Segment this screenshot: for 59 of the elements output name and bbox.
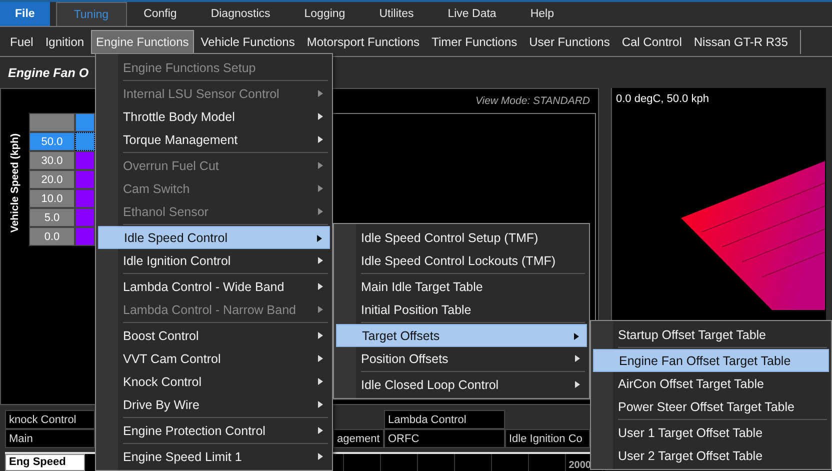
menu-item[interactable]: Engine Speed Limit 1 (98, 445, 330, 468)
menu-item[interactable]: Idle Speed Control (98, 226, 330, 249)
column-header-cell[interactable] (75, 113, 95, 132)
table-cell[interactable] (75, 132, 95, 151)
menu-item[interactable]: Internal LSU Sensor Control (98, 82, 330, 105)
menu-tab[interactable]: Utilites (362, 2, 431, 26)
ribbon-menu-item[interactable]: Motorsport Functions (302, 30, 425, 54)
menu-tab[interactable]: Config (126, 2, 194, 26)
menu-item[interactable]: Cam Switch (98, 177, 330, 200)
table-cell[interactable] (75, 170, 95, 189)
view-tab[interactable]: ORFC (384, 429, 505, 448)
view-title: Engine Fan O (8, 66, 89, 80)
view-tab[interactable]: agement (333, 429, 384, 448)
ribbon-menu-item[interactable]: Timer Functions (426, 30, 522, 54)
trace-label: Eng Speed (5, 454, 85, 471)
view-tab[interactable]: Main (5, 429, 95, 448)
table-cell[interactable] (75, 208, 95, 227)
menu-tab[interactable]: Live Data (430, 2, 514, 26)
axis-tick-label: 2000 (568, 460, 592, 471)
table-cell[interactable] (75, 227, 95, 246)
ribbon-menu-item[interactable]: Ignition (40, 30, 90, 54)
menu-item[interactable]: AirCon Offset Target Table (593, 372, 829, 395)
menu-item[interactable]: Lambda Control - Wide Band (98, 275, 330, 298)
menu-item[interactable]: Engine Fan Offset Target Table (593, 349, 829, 372)
menu-item[interactable]: VVT Cam Control (98, 347, 330, 370)
ribbon-menu-item[interactable]: Vehicle Functions (196, 30, 300, 54)
menu-item[interactable]: Target Offsets (336, 324, 587, 347)
table-cell[interactable] (75, 189, 95, 208)
cursor-readout: 0.0 degC, 50.0 kph (615, 92, 710, 107)
row-header-cell[interactable]: 30.0 (29, 151, 75, 170)
view-tab[interactable]: knock Control (5, 410, 95, 429)
file-menu-button[interactable]: File (0, 2, 50, 26)
row-header-cell[interactable]: 0.0 (29, 227, 75, 246)
row-header-cell[interactable]: 20.0 (29, 170, 75, 189)
ribbon-menu-item[interactable]: Cal Control (616, 30, 687, 54)
axis-label: Vehicle Speed (kph) (9, 133, 21, 233)
menu-item[interactable]: Idle Closed Loop Control (336, 373, 587, 396)
view-mode-label: View Mode: STANDARD (475, 95, 590, 107)
menu-item[interactable]: Knock Control (98, 370, 330, 393)
menu-item[interactable]: Main Idle Target Table (336, 275, 587, 298)
menu-item[interactable]: User 2 Target Offset Table (593, 444, 829, 467)
menu-tab[interactable]: Logging (287, 2, 362, 26)
view-tab[interactable]: Idle Ignition Co (505, 429, 590, 448)
row-header-cell[interactable]: 5.0 (29, 208, 75, 227)
menu-tab[interactable]: Help (513, 2, 571, 26)
ribbon-menu-item[interactable]: User Functions (524, 30, 615, 54)
corner-cell (29, 113, 75, 132)
menu-item[interactable]: Overrun Fuel Cut (98, 154, 330, 177)
menu-item[interactable]: Throttle Body Model (98, 105, 330, 128)
ribbon-menu-item[interactable]: Fuel (5, 30, 38, 54)
menu-item[interactable]: Boost Control (98, 324, 330, 347)
ribbon-menu-item[interactable]: Engine Functions (91, 30, 194, 54)
row-header-cell[interactable]: 10.0 (29, 189, 75, 208)
menu-item[interactable]: User 1 Target Offset Table (593, 421, 829, 444)
menu-item[interactable]: Idle Speed Control Setup (TMF) (336, 226, 587, 249)
view-tab[interactable]: Lambda Control (384, 410, 505, 429)
menu-tab[interactable]: Diagnostics (194, 2, 288, 26)
table-cell[interactable] (75, 151, 95, 170)
ribbon-menu-item[interactable]: Nissan GT-R R35 (688, 30, 793, 54)
